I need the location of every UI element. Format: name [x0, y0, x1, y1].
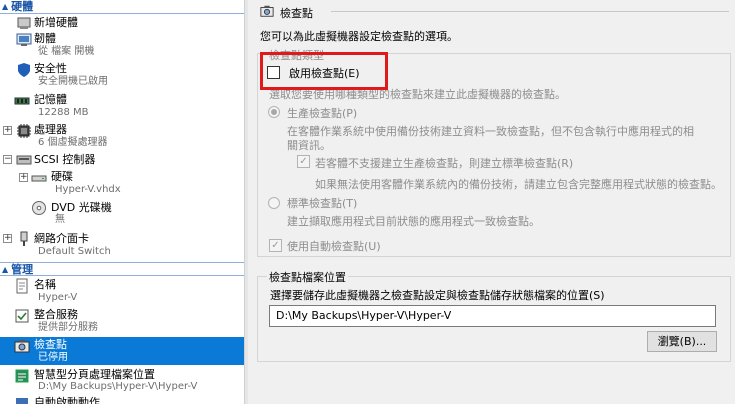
tree-item-title: 安全性 — [34, 62, 67, 75]
browse-button[interactable]: 瀏覽(B)... — [647, 331, 717, 352]
section-divider — [331, 11, 729, 12]
tree-item-smart-paging-location[interactable]: 智慧型分頁處理檔案位置 D:\My Backups\Hyper-V\Hyper-… — [0, 367, 244, 395]
expand-plus-icon[interactable]: + — [19, 173, 28, 182]
tree-item-title: 新增硬體 — [34, 16, 78, 29]
collapse-minus-icon[interactable]: − — [3, 155, 12, 164]
tree-item-network-adapter[interactable]: + 網路介面卡 Default Switch — [0, 230, 244, 258]
tree-item-subtitle: 6 個虛擬處理器 — [38, 137, 108, 148]
section-header-hardware[interactable]: ▲ 硬體 — [0, 0, 244, 14]
tree-item-subtitle: 從 檔案 開機 — [38, 46, 95, 57]
tree-item-title: 網路介面卡 — [34, 232, 89, 245]
firmware-icon — [16, 33, 32, 46]
checkpoint-location-group-label: 檢查點檔案位置 — [267, 269, 348, 285]
hard-drive-icon — [31, 175, 47, 182]
tree-item-auto-start-action[interactable]: 自動啟動動作 — [0, 396, 244, 404]
section-header-management[interactable]: ▲ 管理 — [0, 262, 244, 276]
tree-item-title: 硬碟 — [51, 170, 73, 183]
production-checkpoint-radio[interactable] — [268, 106, 280, 118]
tree-item-title: 自動啟動動作 — [34, 396, 100, 404]
scsi-controller-icon — [16, 155, 32, 165]
checkpoint-camera-icon — [260, 5, 274, 17]
pane-splitter[interactable] — [244, 0, 248, 404]
tree-item-add-hardware[interactable]: 新增硬體 — [0, 15, 244, 31]
fallback-standard-description: 如果無法使用客體作業系統內的備份技術，請建立包含完整應用程式狀態的檢查點。 — [315, 178, 722, 191]
integration-services-icon — [15, 309, 29, 323]
tree-item-checkpoints[interactable]: 檢查點 已停用 — [0, 337, 244, 365]
checkpoint-location-prompt: 選擇要儲存此虛擬機器之檢查點設定與檢查點儲存狀態檔案的位置(S) — [270, 289, 605, 302]
tree-item-firmware[interactable]: 韌體 從 檔案 開機 — [0, 31, 244, 59]
settings-tree: ▲ 硬體 新增硬體 韌體 從 檔案 開機 安全性 安全開機已啟用 記憶體 1228… — [0, 0, 244, 404]
fallback-standard-label[interactable]: 若客體不支援建立生產檢查點，則建立標準檢查點(R) — [315, 155, 573, 171]
standard-checkpoint-description: 建立擷取應用程式目前狀態的應用程式一致檢查點。 — [287, 215, 540, 228]
checkpoint-settings-pane: 檢查點 您可以為此虛擬機器設定檢查點的選項。 檢查點類型 啟用檢查點(E) 選取… — [249, 0, 735, 404]
tree-item-title: 檢查點 — [34, 338, 67, 351]
memory-chip-icon — [14, 97, 30, 105]
automatic-checkpoints-label[interactable]: 使用自動檢查點(U) — [287, 238, 381, 254]
tree-item-title: 名稱 — [34, 278, 56, 291]
add-hardware-icon — [17, 17, 31, 29]
tree-item-memory[interactable]: 記憶體 12288 MB — [0, 91, 244, 119]
checkpoint-description: 您可以為此虛擬機器設定檢查點的選項。 — [260, 30, 458, 43]
production-checkpoint-description-cont: 關資訊。 — [287, 139, 331, 152]
tree-item-scsi-controller[interactable]: − SCSI 控制器 — [0, 152, 244, 168]
tree-item-hard-drive[interactable]: + 硬碟 Hyper-V.vhdx — [0, 169, 244, 197]
network-adapter-icon — [20, 231, 28, 246]
fallback-standard-checkbox[interactable]: ✓ — [297, 155, 310, 168]
collapse-triangle-icon[interactable]: ▲ — [2, 0, 8, 13]
tree-item-title: 韌體 — [34, 32, 56, 45]
tree-item-subtitle: D:\My Backups\Hyper-V\Hyper-V — [38, 381, 198, 392]
tree-item-name[interactable]: 名稱 Hyper-V — [0, 277, 244, 305]
tree-item-subtitle: 已停用 — [38, 352, 68, 363]
annotation-highlight-box — [260, 52, 388, 90]
tree-item-title: DVD 光碟機 — [51, 201, 112, 214]
tree-item-subtitle: 提供部分服務 — [38, 322, 98, 333]
checkpoint-location-input[interactable]: D:\My Backups\Hyper-V\Hyper-V — [269, 305, 716, 327]
tree-item-subtitle: 無 — [55, 214, 65, 225]
tree-item-integration-services[interactable]: 整合服務 提供部分服務 — [0, 307, 244, 335]
tree-item-title: 處理器 — [34, 123, 67, 136]
tree-item-title: 智慧型分頁處理檔案位置 — [34, 368, 155, 381]
tree-item-title: 整合服務 — [34, 308, 78, 321]
collapse-triangle-icon[interactable]: ▲ — [2, 263, 8, 276]
tree-item-title: SCSI 控制器 — [34, 153, 96, 166]
shield-icon — [18, 63, 30, 77]
dvd-disc-icon — [32, 201, 46, 215]
tree-item-subtitle: 12288 MB — [38, 107, 89, 118]
tree-item-subtitle: Hyper-V — [38, 292, 78, 303]
tree-item-subtitle: 安全開機已啟用 — [38, 76, 108, 87]
processor-icon — [17, 124, 31, 138]
name-document-icon — [16, 278, 28, 294]
auto-start-icon — [16, 398, 28, 404]
tree-item-subtitle: Hyper-V.vhdx — [55, 184, 121, 195]
section-title: 檢查點 — [280, 7, 313, 20]
production-checkpoint-label[interactable]: 生產檢查點(P) — [287, 105, 357, 121]
expand-plus-icon[interactable]: + — [3, 126, 12, 135]
production-checkpoint-description: 在客體作業系統中使用備份技術建立資料一致檢查點，但不包含執行中應用程式的相 — [287, 125, 694, 138]
tree-item-title: 記憶體 — [34, 93, 67, 106]
tree-item-dvd-drive[interactable]: DVD 光碟機 無 — [0, 199, 244, 227]
automatic-checkpoints-checkbox[interactable]: ✓ — [269, 239, 282, 252]
standard-checkpoint-radio[interactable] — [268, 197, 280, 209]
smart-paging-icon — [15, 369, 29, 383]
expand-plus-icon[interactable]: + — [3, 234, 12, 243]
tree-item-subtitle: Default Switch — [38, 246, 111, 257]
tree-item-security[interactable]: 安全性 安全開機已啟用 — [0, 60, 244, 89]
tree-item-processor[interactable]: + 處理器 6 個虛擬處理器 — [0, 122, 244, 150]
standard-checkpoint-label[interactable]: 標準檢查點(T) — [287, 195, 357, 211]
checkpoint-camera-icon — [14, 340, 30, 353]
